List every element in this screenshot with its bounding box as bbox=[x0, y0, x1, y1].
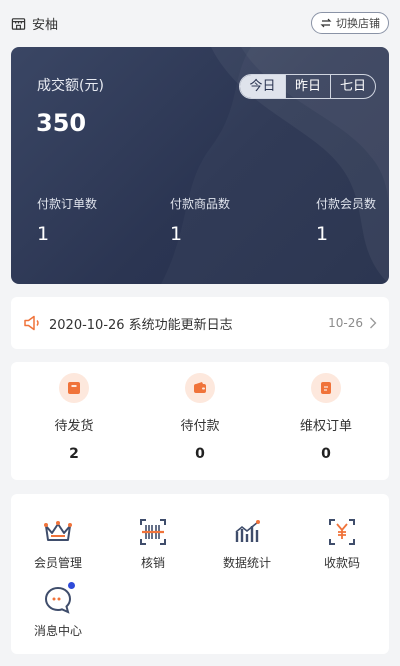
tool-statistics[interactable]: 数据统计 bbox=[200, 516, 294, 580]
paid-orders-label: 付款订单数 bbox=[37, 197, 98, 211]
paid-members-value: 1 bbox=[316, 223, 329, 245]
order-pending-shipment[interactable]: 待发货 2 bbox=[11, 362, 137, 480]
crown-icon bbox=[42, 516, 74, 548]
tool-member-management[interactable]: 会员管理 bbox=[11, 516, 105, 580]
tool-label: 收款码 bbox=[323, 556, 360, 570]
tab-yesterday[interactable]: 昨日 bbox=[285, 75, 330, 98]
order-pending-payment[interactable]: 待付款 0 bbox=[137, 362, 263, 480]
top-bar: 安柚 切换店铺 bbox=[0, 0, 400, 46]
period-tabs: 今日 昨日 七日 bbox=[239, 74, 376, 99]
order-count: 0 bbox=[195, 446, 205, 462]
notice-date: 10-26 bbox=[328, 316, 363, 330]
notice-title: 2020-10-26 系统功能更新日志 bbox=[49, 317, 233, 333]
tool-label: 消息中心 bbox=[33, 624, 82, 638]
bar-chart-icon bbox=[231, 516, 263, 548]
refund-icon bbox=[311, 373, 341, 403]
store-name: 安柚 bbox=[32, 17, 59, 33]
amount-value: 350 bbox=[36, 109, 87, 137]
yuan-scan-icon bbox=[326, 516, 358, 548]
tab-today[interactable]: 今日 bbox=[240, 75, 285, 98]
swap-icon bbox=[320, 18, 332, 28]
tool-message-center[interactable]: 消息中心 bbox=[11, 581, 105, 648]
paid-goods-label: 付款商品数 bbox=[170, 197, 231, 211]
wallet-icon bbox=[185, 373, 215, 403]
package-icon bbox=[59, 373, 89, 403]
notice-bar[interactable]: 2020-10-26 系统功能更新日志 10-26 bbox=[11, 297, 389, 349]
order-status-panel: 待发货 2 待付款 0 维权订单 0 bbox=[11, 362, 389, 480]
tool-label: 数据统计 bbox=[222, 556, 271, 570]
amount-label: 成交额(元) bbox=[37, 78, 104, 94]
tool-payment-code[interactable]: 收款码 bbox=[295, 516, 389, 580]
order-count: 0 bbox=[321, 446, 331, 462]
switch-store-button[interactable]: 切换店铺 bbox=[311, 12, 389, 34]
tab-seven-days[interactable]: 七日 bbox=[330, 75, 375, 98]
order-label: 待付款 bbox=[180, 419, 220, 434]
chevron-right-icon bbox=[370, 317, 377, 329]
barcode-scan-icon bbox=[137, 516, 169, 548]
order-label: 待发货 bbox=[54, 419, 94, 434]
paid-goods-value: 1 bbox=[170, 223, 183, 245]
order-label: 维权订单 bbox=[299, 419, 352, 434]
speaker-icon bbox=[24, 315, 39, 331]
tool-verify[interactable]: 核销 bbox=[106, 516, 200, 580]
sales-stats-card: 成交额(元) 350 今日 昨日 七日 付款订单数 1 付款商品数 1 付款会员… bbox=[11, 47, 389, 284]
order-refund[interactable]: 维权订单 0 bbox=[263, 362, 389, 480]
order-count: 2 bbox=[69, 446, 79, 462]
paid-members-label: 付款会员数 bbox=[316, 197, 377, 211]
message-icon bbox=[42, 581, 76, 616]
tools-grid: 会员管理 核销 数据统计 收款码 消息中心 bbox=[11, 494, 389, 654]
store-icon bbox=[11, 17, 26, 30]
store-info: 安柚 bbox=[11, 14, 58, 33]
unread-badge bbox=[67, 581, 76, 590]
switch-store-label: 切换店铺 bbox=[336, 17, 380, 30]
tool-label: 核销 bbox=[140, 556, 165, 570]
paid-orders-value: 1 bbox=[37, 223, 50, 245]
tool-label: 会员管理 bbox=[33, 556, 82, 570]
